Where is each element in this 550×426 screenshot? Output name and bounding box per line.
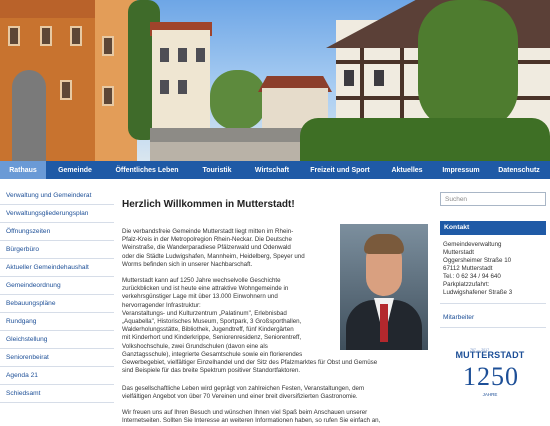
sidebar-item-gemeindeordnung[interactable]: Gemeindeordnung: [0, 277, 114, 295]
sidebar-item-agenda-21[interactable]: Agenda 21: [0, 367, 114, 385]
nav-datenschutz[interactable]: Datenschutz: [488, 161, 550, 179]
photo-hedge: [300, 118, 550, 161]
text-line: Die verbandsfreie Gemeinde Mutterstadt l…: [122, 228, 294, 235]
text-line: Walderholungsstätte, Bibliothek, Jugendt…: [122, 326, 294, 334]
contact-line: Mutterstadt: [443, 249, 474, 256]
sidebar-item-gleichstellung[interactable]: Gleichstellung: [0, 331, 114, 349]
photo-window: [344, 70, 354, 86]
photo-window: [178, 48, 187, 62]
text-line: Ganztagsschule), integrierte Gesamtschul…: [122, 350, 303, 358]
photo-window: [60, 80, 72, 100]
text-line: vielfältigen Angebot von über 70 Vereine…: [122, 393, 358, 401]
photo-window: [196, 48, 205, 62]
sidebar-item-rundgang[interactable]: Rundgang: [0, 313, 114, 331]
text-line: Veranstaltungs- und Kulturzentrum „Palat…: [122, 309, 287, 317]
sidebar-item-buergerbuero[interactable]: Bürgerbüro: [0, 241, 114, 259]
welcome-paragraph: Wir freuen uns auf Ihren Besuch und wüns…: [122, 409, 434, 425]
text-line: Worms befinden sich in unserer Nachbarsc…: [122, 260, 253, 268]
infrastructure-paragraph: Mutterstadt kann auf 1250 Jahre wechselv…: [122, 277, 378, 375]
portrait-hair: [364, 234, 404, 254]
photo-arched-door: [12, 70, 46, 161]
contact-line: Oggersheimer Straße 10: [443, 257, 512, 264]
text-line: Mutterstadt kann auf 1250 Jahre wechselv…: [122, 277, 281, 284]
text-line: Gewerbegebiet, vielfältiger Einzelhandel…: [122, 359, 378, 367]
text-line: Weinstraße, die Wanderparadiese Pfälzerw…: [122, 244, 291, 252]
social-life-paragraph: Das gesellschaftliche Leben wird geprägt…: [122, 385, 434, 401]
photo-window: [70, 26, 82, 46]
photo-window: [8, 26, 20, 46]
contact-phone: Tel.: 0 62 34 / 94 640: [443, 273, 501, 280]
contact-line: Ludwigshafener Straße 3: [443, 289, 513, 296]
main-navigation: Rathaus Gemeinde Öffentliches Leben Tour…: [0, 161, 550, 179]
photo-window: [102, 36, 114, 56]
mayor-portrait: [340, 224, 428, 350]
main-content: Herzlich Willkommen in Mutterstadt! Die …: [122, 187, 434, 424]
text-line: Internetseiten. Sollten Sie Interesse an…: [122, 417, 381, 425]
search-input[interactable]: [440, 192, 546, 206]
photo-window: [374, 70, 384, 86]
photo-window: [102, 86, 114, 106]
sidebar-item-oeffnungszeiten[interactable]: Öffnungszeiten: [0, 223, 114, 241]
photo-beam: [360, 48, 364, 128]
contact-line: 67112 Mutterstadt: [443, 265, 493, 272]
logo-town-name: MUTTERSTADT: [455, 350, 525, 360]
sidebar-item-schiedsamt[interactable]: Schiedsamt: [0, 385, 114, 403]
photo-tree-right: [418, 0, 518, 130]
nav-impressum[interactable]: Impressum: [434, 161, 488, 179]
photo-building-left-roofline: [0, 0, 95, 18]
text-line: Volkshochschule, zwei Grundschulen (davo…: [122, 342, 268, 350]
sidebar-item-seniorenbeirat[interactable]: Seniorenbeirat: [0, 349, 114, 367]
contact-box: Kontakt Gemeindeverwaltung Mutterstadt O…: [440, 221, 546, 304]
text-line: oder die Städte Ludwigshafen, Mannheim, …: [122, 252, 305, 260]
nav-oeffentliches-leben[interactable]: Öffentliches Leben: [104, 161, 190, 179]
contact-line: Parkplatzzufahrt:: [443, 281, 490, 288]
text-line: Das gesellschaftliche Leben wird geprägt…: [122, 385, 365, 392]
nav-freizeit-und-sport[interactable]: Freizeit und Sport: [300, 161, 380, 179]
staff-link[interactable]: Mitarbeiter: [440, 314, 546, 328]
contact-heading: Kontakt: [440, 221, 546, 235]
sidebar-item-gemeindehaushalt[interactable]: Aktueller Gemeindehaushalt: [0, 259, 114, 277]
photo-window: [178, 80, 187, 94]
nav-rathaus[interactable]: Rathaus: [0, 161, 46, 179]
text-line: zurückblicken und ist heute eine attrakt…: [122, 285, 289, 293]
logo-subtitle: JAHRE: [482, 392, 498, 397]
text-line: „Aquabella", Historisches Museum, Sportp…: [122, 318, 302, 326]
text-line: verkehrsgünstiger Lage mit über 13.000 E…: [122, 293, 278, 301]
photo-trees-far: [210, 70, 266, 130]
text-line: Wir freuen uns auf Ihren Besuch und wüns…: [122, 409, 368, 416]
nav-wirtschaft[interactable]: Wirtschaft: [244, 161, 300, 179]
contact-details: Gemeindeverwaltung Mutterstadt Oggershei…: [440, 235, 546, 303]
contact-line: Gemeindeverwaltung: [443, 241, 502, 248]
nav-touristik[interactable]: Touristik: [190, 161, 244, 179]
sidebar-item-verwaltung-und-gemeinderat[interactable]: Verwaltung und Gemeinderat: [0, 187, 114, 205]
page-title: Herzlich Willkommen in Mutterstadt!: [122, 199, 295, 210]
header-photo: [0, 0, 550, 161]
nav-gemeinde[interactable]: Gemeinde: [46, 161, 104, 179]
text-line: sind Beispiele für das breite Spektrum p…: [122, 367, 301, 375]
portrait-tie: [380, 304, 388, 342]
logo-anniversary-number: 1250: [463, 362, 519, 391]
sidebar-menu: Verwaltung und Gemeinderat Verwaltungsgl…: [0, 187, 114, 403]
text-line: hervorragender Infrastruktur:: [122, 301, 201, 309]
right-column: Kontakt Gemeindeverwaltung Mutterstadt O…: [440, 187, 546, 400]
sidebar-item-verwaltungsgliederungsplan[interactable]: Verwaltungsgliederungsplan: [0, 205, 114, 223]
sidebar-item-bebauungsplaene[interactable]: Bebauungspläne: [0, 295, 114, 313]
text-line: Pfalz-Kreis in der Metropolregion Rhein-…: [122, 236, 292, 244]
nav-aktuelles[interactable]: Aktuelles: [380, 161, 434, 179]
text-line: mit Kinderhort und Kinderkrippe, Seniore…: [122, 334, 302, 342]
photo-window: [40, 26, 52, 46]
photo-window: [160, 80, 169, 94]
photo-beam: [400, 48, 404, 128]
anniversary-logo: 767 — 2017 MUTTERSTADT 1250 JAHRE: [440, 348, 540, 400]
intro-paragraph: Die verbandsfreie Gemeinde Mutterstadt l…: [122, 228, 334, 269]
photo-window: [160, 48, 169, 62]
